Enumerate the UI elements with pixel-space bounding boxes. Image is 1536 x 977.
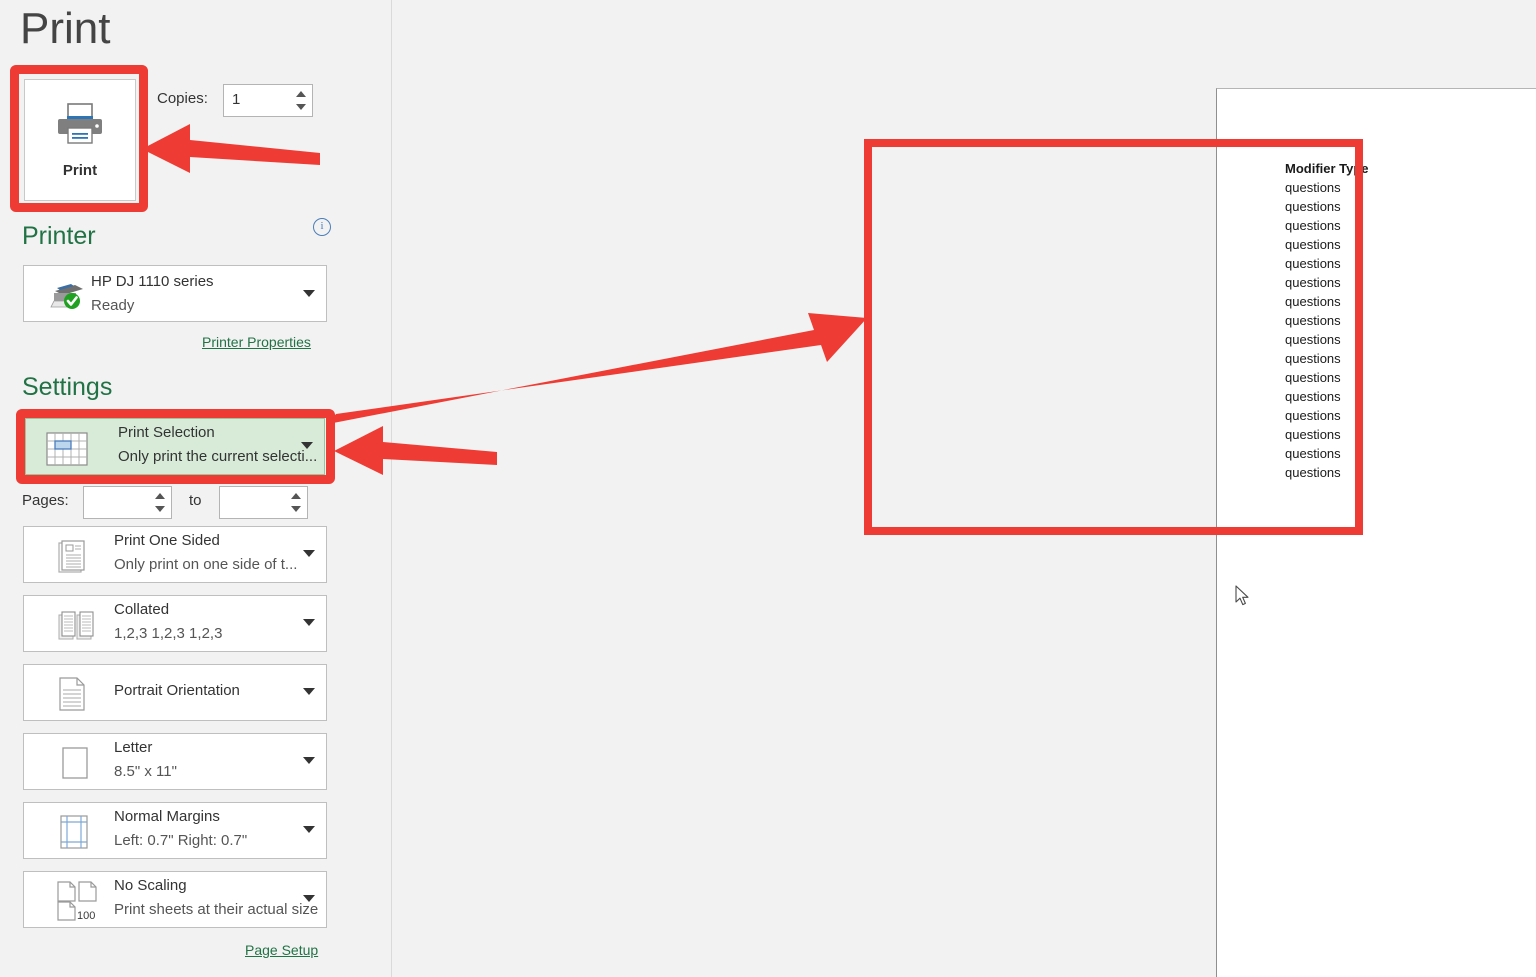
printer-properties-link[interactable]: Printer Properties [202, 334, 311, 350]
chevron-down-icon[interactable] [303, 688, 315, 695]
margins-description: Left: 0.7" Right: 0.7" [114, 832, 248, 849]
orientation-title: Portrait Orientation [114, 682, 240, 699]
pages-to-input[interactable] [219, 486, 308, 519]
pages-to-label: to [189, 492, 202, 509]
portrait-page-icon [58, 677, 88, 716]
pages-from-input[interactable] [83, 486, 172, 519]
scaling-title: No Scaling [114, 877, 187, 894]
collated-pages-icon [58, 610, 94, 647]
sides-title: Print One Sided [114, 532, 220, 549]
paper-size-icon [62, 747, 88, 784]
chevron-down-icon[interactable] [303, 550, 315, 557]
copies-label: Copies: [157, 90, 208, 107]
copies-stepper[interactable]: 1 [223, 84, 313, 117]
pages-to-spinner[interactable] [289, 489, 303, 518]
pages-label: Pages: [22, 492, 69, 509]
printer-section-heading: Printer [22, 222, 96, 250]
paper-size-dropdown[interactable]: Letter 8.5" x 11" [23, 733, 327, 790]
chevron-down-icon[interactable] [303, 619, 315, 626]
preview-table-highlight [864, 139, 1363, 535]
print-button-highlight [10, 65, 148, 212]
paper-size-description: 8.5" x 11" [114, 763, 177, 780]
spinner-down-icon[interactable] [296, 104, 306, 110]
print-selection-highlight [16, 409, 335, 484]
chevron-down-icon[interactable] [303, 895, 315, 902]
printer-name: HP DJ 1110 series [91, 273, 214, 290]
collation-description: 1,2,3 1,2,3 1,2,3 [114, 625, 223, 642]
mouse-cursor [1235, 585, 1251, 612]
scaling-description: Print sheets at their actual size [114, 901, 319, 918]
pages-from-spinner[interactable] [153, 489, 167, 518]
chevron-down-icon[interactable] [303, 826, 315, 833]
margins-title: Normal Margins [114, 808, 220, 825]
spinner-down-icon[interactable] [291, 506, 301, 512]
one-sided-page-icon [58, 540, 90, 579]
page-title: Print [20, 4, 111, 53]
spinner-up-icon[interactable] [296, 91, 306, 97]
paper-size-title: Letter [114, 739, 153, 756]
sides-dropdown[interactable]: Print One Sided Only print on one side o… [23, 526, 327, 583]
spinner-up-icon[interactable] [291, 493, 301, 499]
chevron-down-icon[interactable] [303, 290, 315, 297]
sides-description: Only print on one side of t... [114, 556, 298, 573]
chevron-down-icon[interactable] [303, 757, 315, 764]
printer-device-icon [49, 280, 85, 315]
printer-status: Ready [91, 297, 135, 314]
copies-value: 1 [232, 91, 241, 108]
copies-spinner[interactable] [294, 87, 308, 116]
svg-text:100: 100 [77, 910, 95, 921]
arrow-to-print-button [142, 124, 320, 173]
settings-section-heading: Settings [22, 373, 113, 401]
spinner-down-icon[interactable] [155, 506, 165, 512]
page-setup-link[interactable]: Page Setup [245, 942, 318, 958]
orientation-dropdown[interactable]: Portrait Orientation [23, 664, 327, 721]
margins-dropdown[interactable]: Normal Margins Left: 0.7" Right: 0.7" [23, 802, 327, 859]
scaling-icon: 100 [56, 881, 100, 926]
collation-dropdown[interactable]: Collated 1,2,3 1,2,3 1,2,3 [23, 595, 327, 652]
printer-select[interactable]: HP DJ 1110 series Ready [23, 265, 327, 322]
spinner-up-icon[interactable] [155, 493, 165, 499]
collation-title: Collated [114, 601, 170, 618]
margins-icon [60, 815, 88, 854]
scaling-dropdown[interactable]: 100 No Scaling Print sheets at their act… [23, 871, 327, 928]
arrow-to-preview-table [328, 313, 867, 424]
info-icon[interactable]: i [313, 218, 331, 236]
